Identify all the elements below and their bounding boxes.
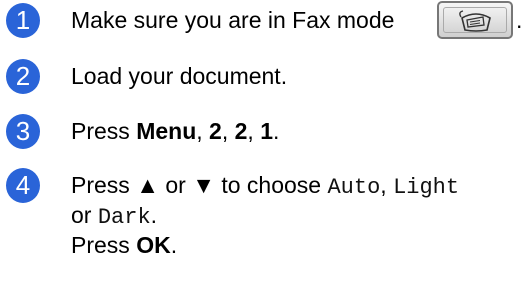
step-text: Press Menu, 2, 2, 1. <box>71 116 279 147</box>
step-number-badge: 3 <box>6 114 40 149</box>
ok-key: OK <box>136 232 171 258</box>
step-number-badge: 4 <box>6 168 40 203</box>
key-1: 1 <box>260 118 273 144</box>
step-number-badge: 2 <box>6 59 40 94</box>
or-text: or <box>71 202 98 228</box>
step-text-line-3: Press OK. <box>71 230 177 261</box>
period: . <box>272 118 280 144</box>
press-label: Press <box>71 172 137 198</box>
fax-machine-icon <box>459 10 491 32</box>
step-number-badge: 1 <box>6 3 40 38</box>
step-1-instruction: Make sure you are in Fax mode <box>71 7 395 33</box>
period: . <box>150 202 158 228</box>
press-label: Press <box>71 118 137 144</box>
option-light: Light <box>393 175 460 200</box>
option-auto: Auto <box>327 175 381 200</box>
step-text-line-2: or Dark. <box>71 200 157 233</box>
down-arrow-icon: ▼ <box>192 172 215 198</box>
step-text: Load your document. <box>71 61 287 92</box>
key-2: 2 <box>209 118 222 144</box>
step-text-line-1: Press ▲ or ▼ to choose Auto, Light <box>71 170 459 203</box>
choose-text: to choose <box>214 172 328 198</box>
period: . <box>170 232 178 258</box>
step-text: Make sure you are in Fax mode <box>71 5 394 36</box>
separator: , <box>247 118 261 144</box>
option-dark: Dark <box>97 205 151 230</box>
press-label: Press <box>71 232 137 258</box>
step-1-period: . <box>516 7 523 33</box>
fax-mode-button[interactable] <box>437 1 513 39</box>
or-text: or <box>158 172 193 198</box>
up-arrow-icon: ▲ <box>136 172 159 198</box>
separator: , <box>196 118 210 144</box>
comma: , <box>380 172 394 198</box>
separator: , <box>221 118 235 144</box>
menu-key: Menu <box>136 118 197 144</box>
key-2: 2 <box>234 118 248 144</box>
step-2-instruction: Load your document. <box>71 63 288 89</box>
